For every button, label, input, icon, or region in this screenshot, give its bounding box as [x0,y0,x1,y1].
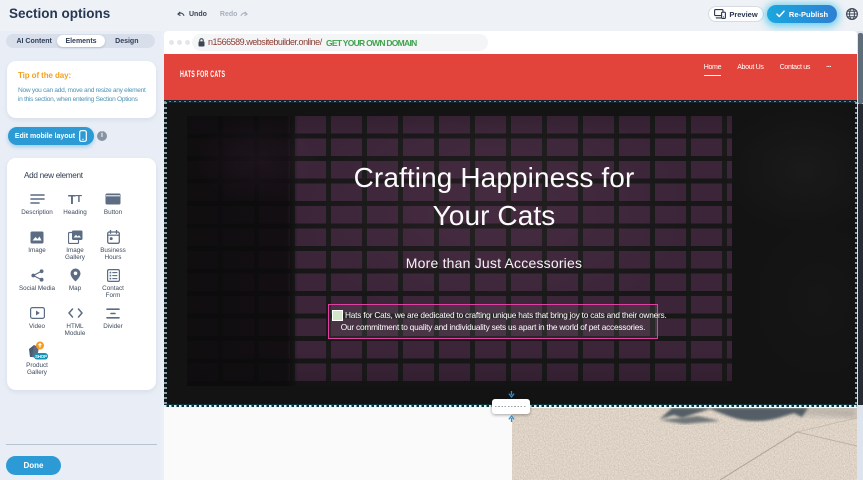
svg-text:SHOP: SHOP [35,354,47,359]
